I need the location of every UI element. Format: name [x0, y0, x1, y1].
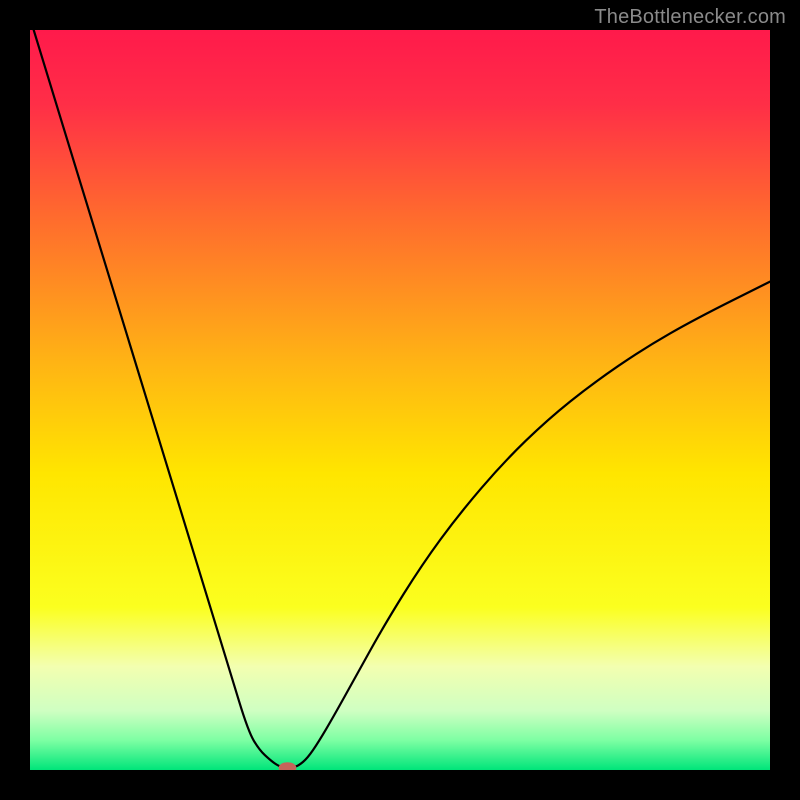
chart-svg [30, 30, 770, 770]
watermark-text: TheBottlenecker.com [594, 6, 786, 29]
chart-frame: TheBottlenecker.com [0, 0, 800, 800]
chart-plot-area [30, 30, 770, 770]
chart-background-gradient [30, 30, 770, 770]
